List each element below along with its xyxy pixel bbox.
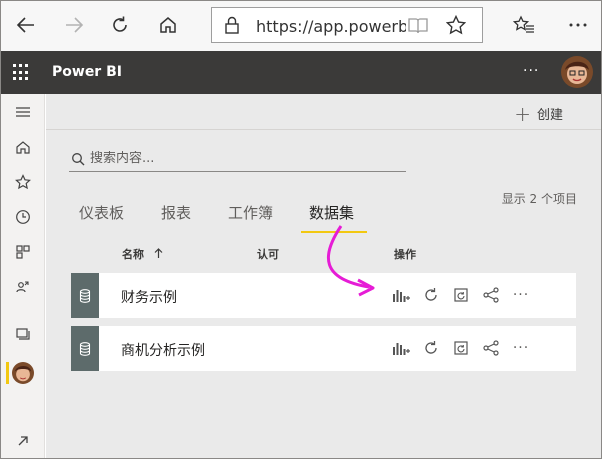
schedule-refresh-icon — [454, 341, 468, 355]
star-icon[interactable] — [446, 15, 466, 35]
header-more-button[interactable]: ··· — [523, 63, 539, 79]
home-icon — [160, 17, 176, 33]
column-header-actions: 操作 — [394, 248, 416, 261]
nav-workspaces[interactable] — [1, 319, 45, 349]
bar-chart-plus-icon — [393, 343, 410, 355]
active-tab-indicator — [301, 231, 367, 233]
search-box[interactable] — [69, 146, 406, 172]
nav-recent[interactable] — [1, 202, 45, 232]
tab-dashboards[interactable]: 仪表板 — [79, 202, 124, 223]
apps-icon — [16, 245, 30, 259]
dataset-type-icon — [71, 326, 99, 371]
table-row[interactable]: 商机分析示例 ··· — [71, 326, 576, 371]
column-header-endorsement[interactable]: 认可 — [257, 246, 279, 262]
row-actions: ··· — [391, 337, 531, 359]
bar-chart-plus-icon — [393, 290, 410, 302]
home-icon — [16, 141, 30, 154]
share-icon — [483, 287, 499, 303]
search-input[interactable] — [90, 151, 390, 166]
search-icon — [72, 152, 85, 165]
share-button[interactable] — [481, 285, 501, 305]
column-header-name[interactable]: 名称 — [122, 246, 163, 262]
row-more-options-button[interactable]: ··· — [511, 341, 531, 355]
nav-my-workspace[interactable] — [1, 358, 45, 388]
refresh-icon — [425, 288, 437, 301]
app-header: Power BI ··· — [1, 51, 601, 94]
dataset-type-icon — [71, 273, 99, 318]
create-label: 创建 — [536, 108, 563, 123]
create-report-button[interactable] — [391, 285, 411, 305]
nav-toggle[interactable] — [1, 97, 45, 127]
arrow-left-icon — [16, 17, 34, 33]
create-button[interactable]: + 创建 — [514, 101, 563, 126]
sort-ascending-icon — [154, 248, 163, 258]
settings-more-button[interactable] — [563, 10, 593, 40]
back-button[interactable] — [11, 10, 41, 40]
row-actions: ··· — [391, 284, 531, 306]
workspaces-icon — [16, 328, 30, 340]
address-bar[interactable]: https://app.powerbi.com — [211, 7, 483, 43]
table-row[interactable]: 财务示例 ··· — [71, 273, 576, 318]
create-report-button[interactable] — [391, 338, 411, 358]
shared-with-me-icon — [16, 281, 29, 293]
arrow-up-right-icon — [18, 436, 28, 446]
nav-rail — [1, 94, 45, 458]
favorites-list-icon — [513, 15, 534, 33]
refresh-icon — [113, 16, 127, 32]
more-horizontal-icon — [569, 23, 587, 27]
dataset-name[interactable]: 商机分析示例 — [121, 340, 205, 360]
refresh-button[interactable] — [105, 10, 135, 40]
row-more-options-button[interactable]: ··· — [511, 288, 531, 302]
share-button[interactable] — [481, 338, 501, 358]
tab-datasets[interactable]: 数据集 — [309, 202, 354, 223]
dataset-name[interactable]: 财务示例 — [121, 287, 177, 307]
plus-icon: + — [514, 101, 531, 126]
user-avatar[interactable] — [561, 56, 593, 88]
user-photo-icon — [561, 56, 593, 88]
nav-get-data[interactable] — [1, 426, 45, 456]
screenshot-frame: https://app.powerbi.com Power BI ··· — [0, 0, 602, 459]
column-name-label: 名称 — [122, 248, 144, 261]
nav-favorites[interactable] — [1, 167, 45, 197]
lock-icon — [225, 16, 239, 34]
main-content: + 创建 显示 2 个项目 仪表板 报表 工作簿 数据集 名称 认可 操作 财务… — [46, 94, 601, 458]
tab-workbooks[interactable]: 工作簿 — [228, 202, 273, 223]
database-icon — [79, 288, 91, 303]
reading-view-icon[interactable] — [408, 17, 428, 35]
refresh-now-button[interactable] — [421, 285, 441, 305]
schedule-refresh-button[interactable] — [451, 285, 471, 305]
forward-button[interactable] — [59, 10, 89, 40]
nav-apps[interactable] — [1, 237, 45, 267]
clock-icon — [16, 210, 30, 224]
tab-reports[interactable]: 报表 — [161, 202, 191, 223]
arrow-right-icon — [66, 17, 84, 33]
favorites-button[interactable] — [509, 10, 539, 40]
refresh-icon — [425, 341, 437, 354]
app-launcher-icon[interactable] — [13, 64, 30, 81]
url-text: https://app.powerbi.com — [256, 17, 406, 36]
star-icon — [15, 174, 31, 190]
database-icon — [79, 341, 91, 356]
app-title: Power BI — [52, 64, 122, 80]
schedule-refresh-button[interactable] — [451, 338, 471, 358]
refresh-now-button[interactable] — [421, 338, 441, 358]
home-button[interactable] — [153, 10, 183, 40]
hamburger-icon — [16, 107, 30, 117]
my-workspace-avatar — [12, 362, 34, 384]
toolbar-divider — [46, 129, 601, 130]
item-count: 显示 2 个项目 — [501, 192, 577, 206]
share-icon — [483, 340, 499, 356]
schedule-refresh-icon — [454, 288, 468, 302]
nav-home[interactable] — [1, 132, 45, 162]
nav-shared[interactable] — [1, 272, 45, 302]
user-photo-icon — [12, 362, 34, 384]
browser-toolbar: https://app.powerbi.com — [1, 1, 601, 51]
